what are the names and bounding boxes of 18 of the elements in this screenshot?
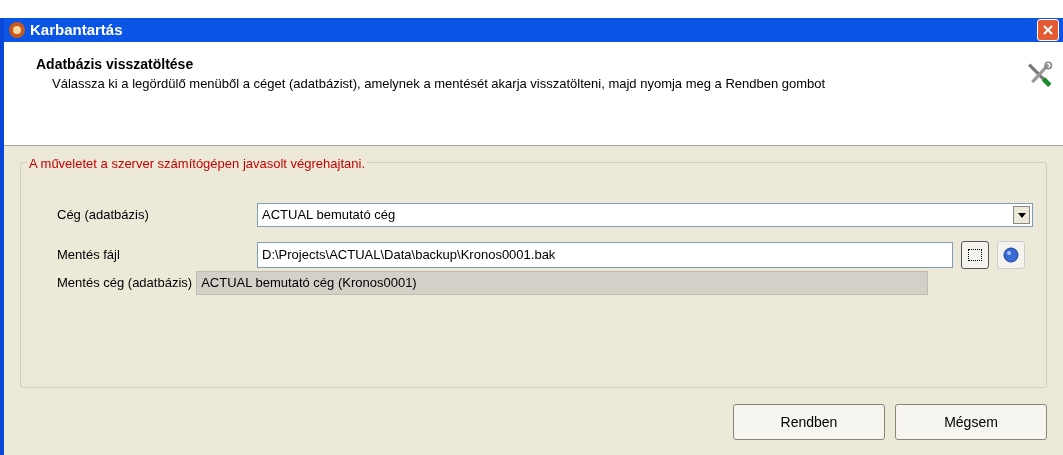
- app-logo-icon: [8, 21, 26, 39]
- info-button[interactable]: [997, 241, 1025, 269]
- info-globe-icon: [1003, 247, 1019, 263]
- field-label: Mentés cég (adatbázis): [57, 274, 193, 293]
- company-dropdown[interactable]: ACTUAL bemutató cég: [257, 203, 1033, 227]
- header-description: Válassza ki a legördülő menüből a céget (adatbázist), amelynek a mentését akarja visszatölteni, majd nyomja meg a Rendben gombot: [51, 75, 827, 93]
- file-path-field[interactable]: D:\Projects\ACTUAL\Data\backup\Kronos0001.bak: [257, 242, 953, 268]
- close-icon: [1042, 24, 1054, 36]
- field-label: Mentés fájl: [57, 246, 121, 265]
- close-button[interactable]: [1037, 19, 1059, 41]
- window-title: Karbantartás: [30, 19, 124, 40]
- dotted-square-icon: [968, 249, 982, 261]
- dialog-button[interactable]: Rendben: [733, 404, 885, 440]
- browse-button[interactable]: [961, 241, 989, 269]
- backup-company-field: ACTUAL bemutató cég (Kronos0001): [196, 271, 929, 295]
- header-title: Adatbázis visszatöltése: [36, 55, 195, 74]
- field-label: Cég (adatbázis): [57, 206, 150, 225]
- dialog-button[interactable]: Mégsem: [895, 404, 1047, 440]
